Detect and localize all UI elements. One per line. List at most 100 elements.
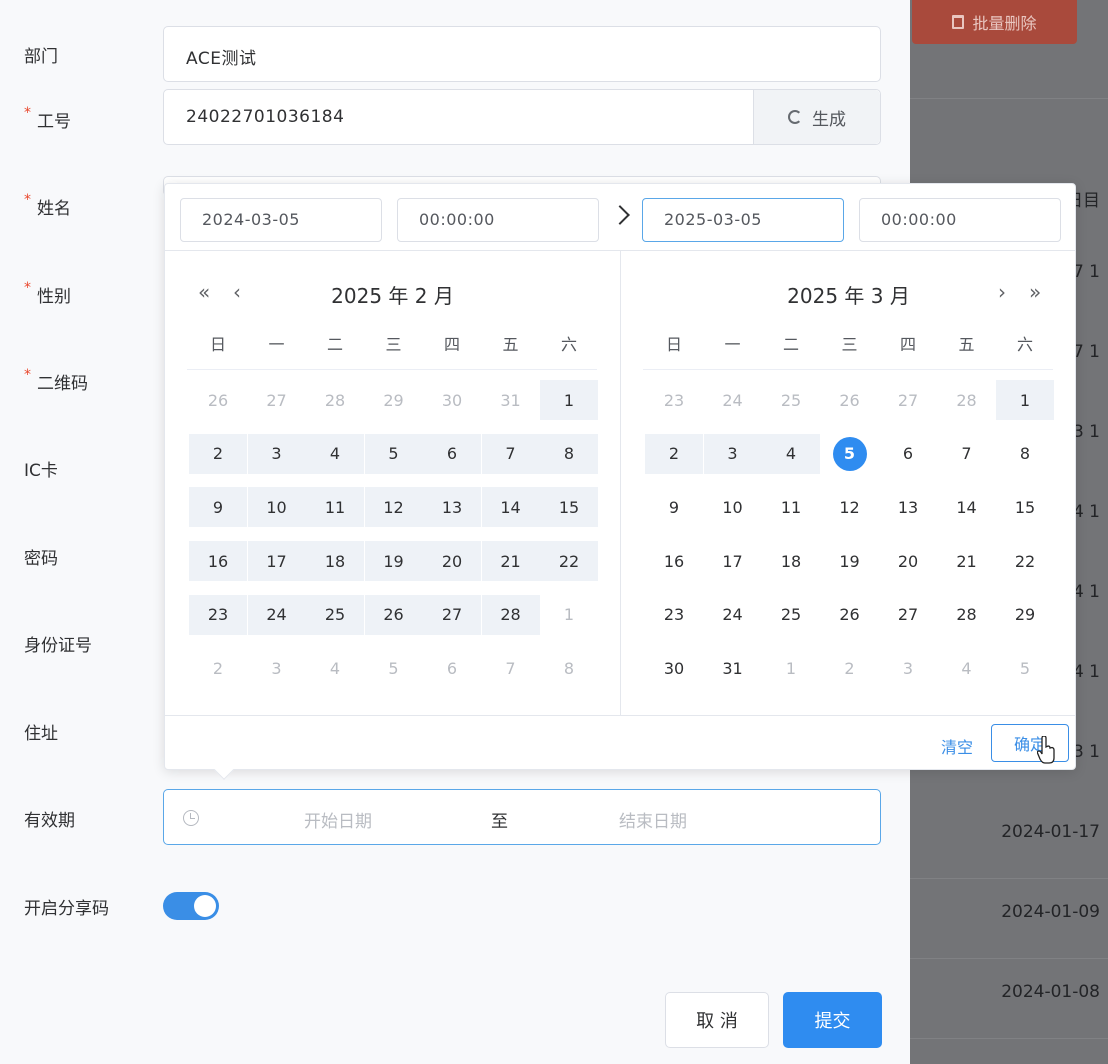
date-cell[interactable]: 25 bbox=[306, 594, 364, 635]
date-cell[interactable]: 29 bbox=[365, 380, 423, 420]
date-cell[interactable]: 26 bbox=[364, 594, 423, 635]
date-cell[interactable]: 5 bbox=[365, 649, 423, 689]
date-cell[interactable]: 18 bbox=[306, 541, 364, 582]
date-cell[interactable]: 2 bbox=[821, 649, 879, 689]
date-cell[interactable]: 8 bbox=[996, 434, 1054, 474]
end-time-input[interactable]: 00:00:00 bbox=[859, 198, 1061, 242]
date-cell[interactable]: 4 bbox=[306, 433, 364, 474]
date-cell[interactable]: 15 bbox=[996, 487, 1054, 527]
date-cell[interactable]: 6 bbox=[423, 433, 481, 474]
date-cell[interactable]: 24 bbox=[247, 594, 306, 635]
date-cell[interactable]: 23 bbox=[645, 595, 703, 635]
date-cell[interactable]: 2 bbox=[645, 433, 703, 474]
date-cell[interactable]: 1 bbox=[540, 380, 598, 420]
date-cell[interactable]: 8 bbox=[540, 433, 598, 474]
share-code-switch[interactable] bbox=[163, 892, 219, 920]
date-cell[interactable]: 9 bbox=[645, 487, 703, 527]
date-cell[interactable]: 4 bbox=[938, 649, 996, 689]
start-date-input[interactable]: 2024-03-05 bbox=[180, 198, 382, 242]
next-month-button[interactable]: › bbox=[998, 280, 1006, 304]
date-cell[interactable]: 23 bbox=[645, 380, 703, 420]
date-cell[interactable]: 22 bbox=[540, 541, 598, 582]
date-cell[interactable]: 13 bbox=[423, 487, 481, 528]
date-cell[interactable]: 3 bbox=[247, 433, 306, 474]
date-cell[interactable]: 12 bbox=[364, 487, 423, 528]
start-date-placeholder[interactable]: 开始日期 bbox=[304, 807, 372, 832]
date-cell[interactable]: 28 bbox=[481, 594, 540, 635]
date-cell[interactable]: 31 bbox=[482, 380, 540, 420]
date-cell[interactable]: 20 bbox=[423, 541, 481, 582]
date-cell[interactable]: 7 bbox=[481, 433, 540, 474]
date-cell[interactable]: 7 bbox=[938, 434, 996, 474]
date-cell[interactable]: 5 bbox=[996, 649, 1054, 689]
date-cell[interactable]: 19 bbox=[821, 541, 879, 581]
end-date-input[interactable]: 2025-03-05 bbox=[642, 198, 844, 242]
date-cell[interactable]: 29 bbox=[996, 595, 1054, 635]
date-cell[interactable]: 10 bbox=[247, 487, 306, 528]
date-cell[interactable]: 20 bbox=[879, 541, 937, 581]
date-cell[interactable]: 18 bbox=[762, 541, 820, 581]
generate-button[interactable]: 生成 bbox=[753, 90, 880, 144]
date-cell[interactable]: 3 bbox=[703, 433, 762, 474]
date-cell[interactable]: 14 bbox=[481, 487, 540, 528]
date-cell[interactable]: 7 bbox=[482, 649, 540, 689]
date-cell[interactable]: 27 bbox=[879, 595, 937, 635]
date-cell[interactable]: 24 bbox=[704, 595, 762, 635]
date-cell[interactable]: 26 bbox=[821, 595, 879, 635]
date-cell[interactable]: 3 bbox=[248, 649, 306, 689]
date-cell[interactable]: 26 bbox=[189, 380, 247, 420]
date-cell[interactable]: 5 bbox=[364, 433, 423, 474]
date-cell[interactable]: 31 bbox=[704, 649, 762, 689]
submit-button[interactable]: 提交 bbox=[783, 992, 882, 1048]
end-date-placeholder[interactable]: 结束日期 bbox=[619, 807, 687, 832]
date-cell[interactable]: 25 bbox=[762, 380, 820, 420]
date-cell[interactable]: 1 bbox=[762, 649, 820, 689]
date-cell[interactable]: 6 bbox=[423, 649, 481, 689]
date-cell[interactable]: 30 bbox=[645, 649, 703, 689]
date-cell[interactable]: 27 bbox=[879, 380, 937, 420]
date-cell[interactable]: 28 bbox=[938, 595, 996, 635]
date-cell[interactable]: 3 bbox=[879, 649, 937, 689]
date-cell[interactable]: 1 bbox=[540, 595, 598, 635]
date-cell[interactable]: 21 bbox=[938, 541, 996, 581]
date-cell[interactable]: 28 bbox=[938, 380, 996, 420]
date-cell[interactable]: 22 bbox=[996, 541, 1054, 581]
date-cell[interactable]: 21 bbox=[481, 541, 540, 582]
employee-id-field[interactable]: 24022701036184 生成 bbox=[163, 89, 881, 145]
department-field[interactable]: ACE测试 bbox=[163, 26, 881, 82]
date-cell[interactable]: 15 bbox=[540, 487, 598, 528]
date-cell[interactable]: 6 bbox=[879, 434, 937, 474]
start-time-input[interactable]: 00:00:00 bbox=[397, 198, 599, 242]
date-cell[interactable]: 24 bbox=[704, 380, 762, 420]
date-cell[interactable]: 1 bbox=[996, 380, 1054, 420]
date-cell[interactable]: 30 bbox=[423, 380, 481, 420]
date-cell[interactable]: 17 bbox=[247, 541, 306, 582]
date-cell[interactable]: 27 bbox=[423, 594, 481, 635]
batch-delete-button[interactable]: 批量删除 bbox=[912, 0, 1077, 44]
date-cell[interactable]: 13 bbox=[879, 487, 937, 527]
date-cell[interactable]: 10 bbox=[704, 487, 762, 527]
date-cell[interactable]: 25 bbox=[762, 595, 820, 635]
selected-date-cell[interactable]: 5 bbox=[821, 434, 879, 474]
date-cell[interactable]: 16 bbox=[189, 541, 247, 582]
confirm-button[interactable]: 确定 bbox=[991, 724, 1069, 762]
date-cell[interactable]: 27 bbox=[248, 380, 306, 420]
date-cell[interactable]: 2 bbox=[189, 649, 247, 689]
date-cell[interactable]: 19 bbox=[364, 541, 423, 582]
date-cell[interactable]: 8 bbox=[540, 649, 598, 689]
clear-button[interactable]: 清空 bbox=[941, 734, 973, 758]
next-year-button[interactable]: » bbox=[1029, 280, 1041, 304]
validity-range-input[interactable]: 开始日期 至 结束日期 bbox=[163, 789, 881, 845]
date-cell[interactable]: 26 bbox=[821, 380, 879, 420]
date-cell[interactable]: 28 bbox=[306, 380, 364, 420]
date-cell[interactable]: 4 bbox=[762, 433, 820, 474]
date-cell[interactable]: 17 bbox=[704, 541, 762, 581]
date-cell[interactable]: 9 bbox=[189, 487, 247, 528]
date-cell[interactable]: 2 bbox=[189, 433, 247, 474]
date-cell[interactable]: 23 bbox=[189, 594, 247, 635]
date-cell[interactable]: 11 bbox=[762, 487, 820, 527]
date-cell[interactable]: 12 bbox=[821, 487, 879, 527]
date-cell[interactable]: 11 bbox=[306, 487, 364, 528]
cancel-button[interactable]: 取 消 bbox=[665, 992, 769, 1048]
date-cell[interactable]: 4 bbox=[306, 649, 364, 689]
